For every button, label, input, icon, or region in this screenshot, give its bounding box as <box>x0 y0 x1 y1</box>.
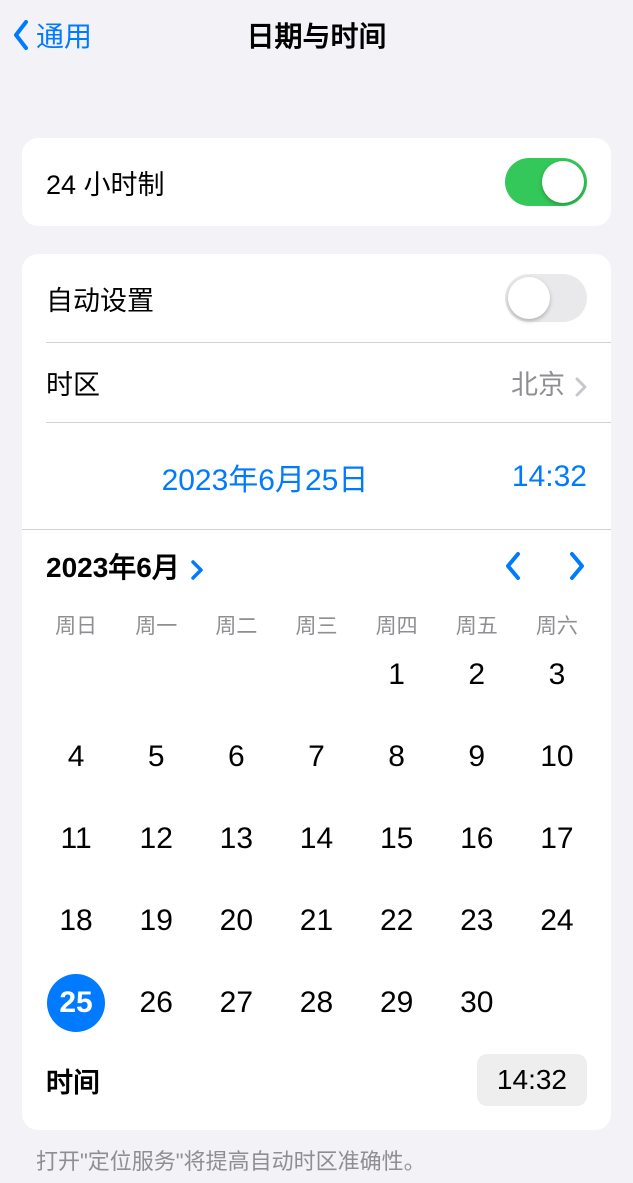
day-empty <box>196 646 276 704</box>
back-button[interactable]: 通用 <box>0 15 92 55</box>
group-datetime: 自动设置 时区 北京 2023年6月25日 14:32 2023年6月 <box>22 254 611 1130</box>
calendar-grid: 1234567891011121314151617181920212223242… <box>22 646 611 1040</box>
month-picker-button[interactable]: 2023年6月 <box>46 546 204 586</box>
row-24hour: 24 小时制 <box>22 138 611 226</box>
day-cell[interactable]: 12 <box>116 810 196 868</box>
time-display[interactable]: 14:32 <box>512 452 587 502</box>
weekday-header: 周日周一周二周三周四周五周六 <box>22 596 611 646</box>
weekday-label: 周六 <box>517 610 597 640</box>
toggle-24hour[interactable] <box>505 158 587 206</box>
next-month-button[interactable] <box>567 550 587 582</box>
weekday-label: 周日 <box>36 610 116 640</box>
day-cell[interactable]: 29 <box>357 974 437 1032</box>
day-cell[interactable]: 8 <box>357 728 437 786</box>
label-auto-set: 自动设置 <box>46 279 154 318</box>
day-cell[interactable]: 20 <box>196 892 276 950</box>
day-cell[interactable]: 13 <box>196 810 276 868</box>
day-cell[interactable]: 6 <box>196 728 276 786</box>
footer-note: 打开"定位服务"将提高自动时区准确性。 <box>0 1130 633 1176</box>
label-time: 时间 <box>46 1061 100 1100</box>
day-cell[interactable]: 4 <box>36 728 116 786</box>
weekday-label: 周三 <box>276 610 356 640</box>
weekday-label: 周一 <box>116 610 196 640</box>
day-cell[interactable]: 21 <box>276 892 356 950</box>
day-cell[interactable]: 23 <box>437 892 517 950</box>
day-cell[interactable]: 22 <box>357 892 437 950</box>
day-empty <box>36 646 116 704</box>
day-cell[interactable]: 17 <box>517 810 597 868</box>
day-cell[interactable]: 24 <box>517 892 597 950</box>
page-title: 日期与时间 <box>0 15 633 55</box>
day-cell[interactable]: 10 <box>517 728 597 786</box>
prev-month-button[interactable] <box>503 550 523 582</box>
chevron-left-icon <box>12 20 30 50</box>
day-cell[interactable]: 3 <box>517 646 597 704</box>
weekday-label: 周二 <box>196 610 276 640</box>
day-cell[interactable]: 11 <box>36 810 116 868</box>
month-label-text: 2023年6月 <box>46 546 180 586</box>
toggle-auto-set[interactable] <box>505 274 587 322</box>
day-cell[interactable]: 25 <box>36 974 116 1032</box>
toggle-knob <box>542 161 584 203</box>
label-24hour: 24 小时制 <box>46 163 165 202</box>
day-cell[interactable]: 27 <box>196 974 276 1032</box>
day-empty <box>276 646 356 704</box>
timezone-text: 北京 <box>511 363 565 402</box>
value-timezone: 北京 <box>511 363 587 402</box>
weekday-label: 周四 <box>357 610 437 640</box>
day-cell[interactable]: 30 <box>437 974 517 1032</box>
day-cell[interactable]: 26 <box>116 974 196 1032</box>
time-picker-button[interactable]: 14:32 <box>477 1054 587 1106</box>
row-date-time-display: 2023年6月25日 14:32 <box>22 423 611 529</box>
row-timezone[interactable]: 时区 北京 <box>22 343 611 422</box>
day-cell[interactable]: 16 <box>437 810 517 868</box>
day-cell[interactable]: 7 <box>276 728 356 786</box>
group-24hour: 24 小时制 <box>22 138 611 226</box>
day-cell[interactable]: 18 <box>36 892 116 950</box>
chevron-right-icon <box>190 556 204 578</box>
day-cell[interactable]: 5 <box>116 728 196 786</box>
day-cell[interactable]: 19 <box>116 892 196 950</box>
weekday-label: 周五 <box>437 610 517 640</box>
chevron-right-icon <box>575 373 587 393</box>
back-label: 通用 <box>36 15 92 55</box>
label-timezone: 时区 <box>46 363 100 402</box>
day-cell[interactable]: 9 <box>437 728 517 786</box>
toggle-knob <box>508 277 550 319</box>
day-cell[interactable]: 15 <box>357 810 437 868</box>
row-time: 时间 14:32 <box>22 1040 611 1130</box>
day-cell[interactable]: 14 <box>276 810 356 868</box>
day-cell[interactable]: 2 <box>437 646 517 704</box>
day-cell[interactable]: 28 <box>276 974 356 1032</box>
day-cell[interactable]: 1 <box>357 646 437 704</box>
calendar-month-header: 2023年6月 <box>22 530 611 596</box>
row-auto-set: 自动设置 <box>22 254 611 342</box>
date-display[interactable]: 2023年6月25日 <box>162 447 369 507</box>
day-empty <box>116 646 196 704</box>
